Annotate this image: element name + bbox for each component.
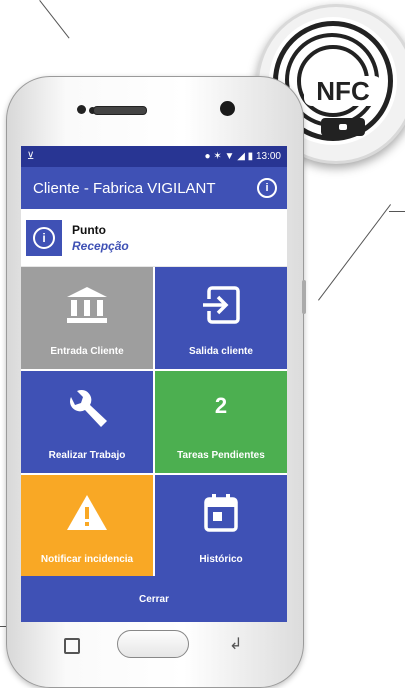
- page-title: Cliente - Fabrica VIGILANT: [33, 179, 216, 197]
- nfc-chip: [321, 118, 365, 136]
- location-icon: ●: [204, 151, 211, 162]
- action-grid: Entrada Cliente Salida cliente Realizar: [21, 267, 287, 577]
- exit-icon: [155, 285, 287, 330]
- signal-icon: ◢: [237, 151, 245, 162]
- nfc-label: NFC: [304, 76, 382, 106]
- status-bar: ⊻ ● ✶ ▼ ◢ ▮ 13:00: [21, 146, 287, 167]
- tile-label: Salida cliente: [189, 346, 253, 357]
- tile-tareas-pendientes[interactable]: 2 Tareas Pendientes: [155, 371, 287, 473]
- wrench-icon: [21, 389, 153, 438]
- point-title: Punto: [72, 222, 106, 237]
- status-time: 13:00: [255, 151, 281, 162]
- decorative-line-top: [39, 0, 70, 39]
- tile-notificar-incidencia[interactable]: Notificar incidencia: [21, 475, 153, 577]
- pending-count: 2: [214, 393, 228, 418]
- recent-apps-icon[interactable]: [64, 638, 80, 654]
- point-info-icon: i: [26, 219, 62, 256]
- tile-realizar-trabajo[interactable]: Realizar Trabajo: [21, 371, 153, 473]
- calendar-icon: [155, 493, 287, 538]
- battery-icon: ▮: [247, 151, 254, 162]
- warning-icon: [21, 493, 153, 538]
- tile-label: Histórico: [199, 554, 243, 565]
- point-value: Recepção: [72, 238, 129, 253]
- back-icon[interactable]: ↲: [229, 634, 242, 654]
- speaker-grille: [93, 106, 147, 115]
- bluetooth-icon: ✶: [213, 151, 222, 162]
- phone-screen: ⊻ ● ✶ ▼ ◢ ▮ 13:00 Cliente - Fabrica VIGI…: [21, 146, 287, 622]
- tile-label: Notificar incidencia: [40, 554, 134, 565]
- wifi-icon: ▼: [224, 151, 235, 162]
- info-icon[interactable]: i: [257, 178, 277, 198]
- side-button: [302, 280, 306, 314]
- tile-historico[interactable]: Histórico: [155, 475, 287, 577]
- close-button[interactable]: Cerrar: [21, 576, 287, 622]
- decorative-line-right-top: [389, 211, 405, 212]
- decorative-line-right: [318, 204, 392, 301]
- bank-icon: [21, 285, 153, 330]
- app-bar: Cliente - Fabrica VIGILANT i: [21, 167, 287, 209]
- tile-salida-cliente[interactable]: Salida cliente: [155, 267, 287, 369]
- status-icons: ● ✶ ▼ ◢ ▮ 13:00: [205, 151, 282, 162]
- point-row: i Punto Recepção: [21, 209, 287, 267]
- tile-label: Entrada Cliente: [50, 346, 124, 357]
- sensor-dot: [77, 105, 86, 114]
- front-camera: [220, 101, 235, 116]
- tile-entrada-cliente[interactable]: Entrada Cliente: [21, 267, 153, 369]
- notification-icon: ⊻: [27, 151, 35, 162]
- tile-label: Realizar Trabajo: [48, 450, 126, 461]
- tile-label: Tareas Pendientes: [177, 450, 265, 461]
- home-button[interactable]: [117, 630, 189, 658]
